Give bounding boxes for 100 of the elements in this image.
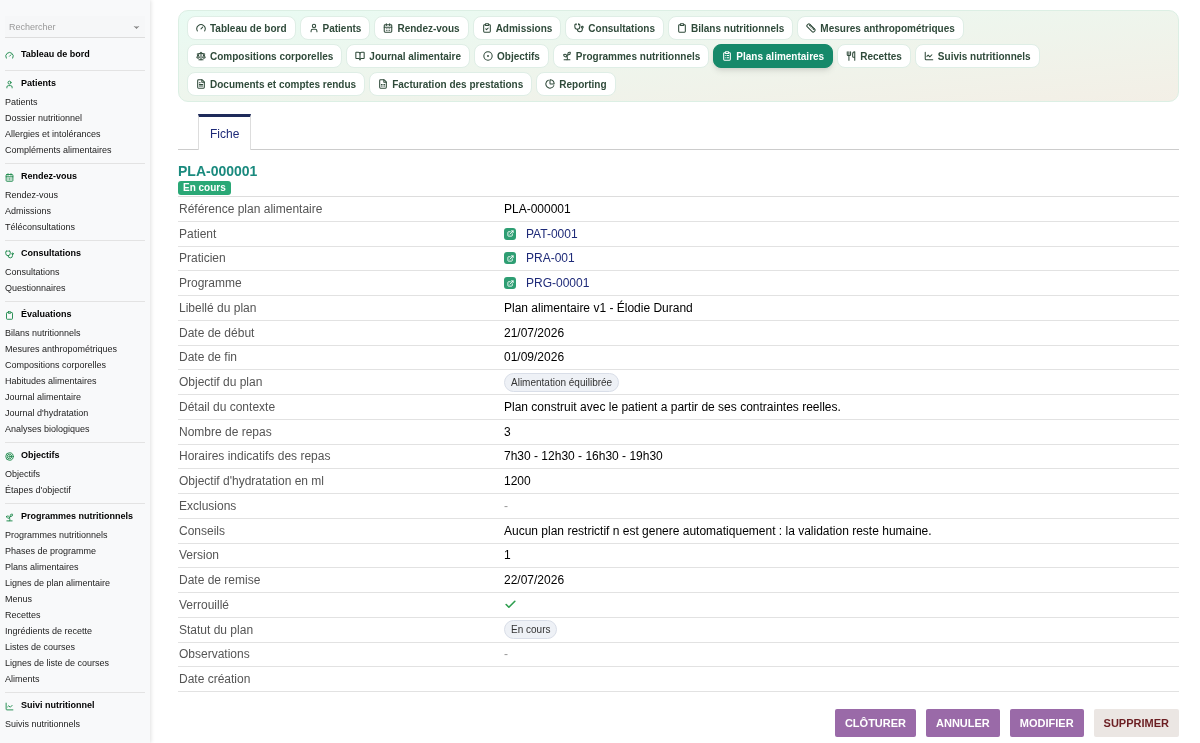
- module-tab[interactable]: Suivis nutritionnels: [914, 44, 1040, 68]
- document-icon: [196, 79, 206, 89]
- sidebar-item[interactable]: Mesures anthropométriques: [5, 341, 145, 357]
- sidebar-item[interactable]: Patients: [5, 94, 145, 110]
- sidebar-item[interactable]: Questionnaires: [5, 280, 145, 296]
- sidebar-item[interactable]: Bilans nutritionnels: [5, 325, 145, 341]
- target-icon: [483, 51, 494, 61]
- section-title: Consultations: [21, 247, 81, 261]
- module-tab[interactable]: Compositions corporelles: [187, 44, 343, 68]
- module-tab[interactable]: Programmes nutritionnels: [552, 44, 710, 68]
- module-tab[interactable]: Documents et comptes rendus: [187, 72, 366, 96]
- person-icon: [308, 23, 319, 33]
- book-icon: [355, 51, 366, 61]
- field-label: Praticien: [178, 250, 227, 268]
- sidebar-item[interactable]: Journal alimentaire: [5, 389, 145, 405]
- field-label: Objectif d'hydratation en ml: [178, 473, 326, 491]
- sidebar-item[interactable]: Étapes d'objectif: [5, 482, 145, 498]
- field-label: Date de fin: [178, 349, 239, 367]
- module-tab[interactable]: Facturation des prestations: [369, 72, 533, 96]
- module-tab[interactable]: Tableau de bord: [187, 16, 296, 40]
- sidebar-item[interactable]: Plans alimentaires: [5, 559, 145, 575]
- sidebar-item[interactable]: Programmes nutritionnels: [5, 527, 145, 543]
- field-label: Date de début: [178, 324, 256, 342]
- tab[interactable]: Fiche: [198, 114, 252, 150]
- scale-icon: [196, 51, 206, 61]
- empty-value: -: [504, 497, 508, 515]
- field-label: Observations: [178, 646, 251, 664]
- field-label: Exclusions: [178, 497, 238, 515]
- module-tab[interactable]: Recettes: [837, 44, 911, 68]
- field-label: Programme: [178, 275, 243, 293]
- sidebar-item[interactable]: Lignes de plan alimentaire: [5, 575, 145, 591]
- module-tab[interactable]: Mesures anthropométriques: [797, 16, 964, 40]
- clipboard-icon: [677, 23, 687, 33]
- record-link[interactable]: PRA-001: [526, 249, 575, 268]
- module-tab[interactable]: Consultations: [565, 16, 664, 40]
- sidebar-item[interactable]: Consultations: [5, 264, 145, 280]
- action-button[interactable]: SUPPRIMER: [1093, 709, 1179, 737]
- line-chart-icon: [923, 51, 934, 61]
- module-tab[interactable]: Bilans nutritionnels: [668, 16, 794, 40]
- section-title: Objectifs: [21, 449, 60, 463]
- sidebar-item[interactable]: Admissions: [5, 203, 145, 219]
- sidebar-item[interactable]: Listes de courses: [5, 639, 145, 655]
- tag: En cours: [504, 620, 558, 640]
- section-title: Suivi nutritionnel: [21, 699, 95, 713]
- record-link[interactable]: PAT-0001: [526, 224, 578, 243]
- field-value: Aucun plan restrictif n est genere automatiquement : la validation reste humaine.: [504, 522, 932, 540]
- sidebar-item[interactable]: Allergies et intolérances: [5, 126, 145, 142]
- gauge-icon: [5, 50, 14, 60]
- sidebar-item[interactable]: Menus: [5, 591, 145, 607]
- section-title: Évaluations: [21, 308, 72, 322]
- sidebar-item[interactable]: Compléments alimentaires: [5, 142, 145, 158]
- clipboard-icon: [5, 310, 14, 320]
- sidebar-item[interactable]: Rendez-vous: [5, 187, 145, 203]
- utensils-icon: [846, 51, 857, 61]
- sidebar-item[interactable]: Lignes de liste de courses: [5, 655, 145, 671]
- module-tab[interactable]: Journal alimentaire: [346, 44, 471, 68]
- field-value: 22/07/2026: [504, 572, 565, 590]
- sidebar-item[interactable]: Phases de programme: [5, 543, 145, 559]
- field-value: 3: [504, 423, 511, 441]
- sidebar-item[interactable]: Suivis nutritionnels: [5, 716, 145, 732]
- module-tab[interactable]: Reporting: [536, 72, 616, 96]
- module-tab[interactable]: Objectifs: [474, 44, 549, 68]
- sidebar-item[interactable]: Objectifs: [5, 466, 145, 482]
- pie-chart-icon: [545, 79, 556, 89]
- record-link[interactable]: PRG-00001: [526, 274, 590, 293]
- tag: Alimentation équilibrée: [504, 372, 620, 392]
- dropdown-icon: [132, 23, 141, 32]
- field-label: Version: [178, 547, 221, 565]
- stethoscope-icon: [574, 23, 585, 33]
- calendar-icon: [383, 23, 394, 33]
- section-title: Tableau de bord: [21, 48, 90, 62]
- sidebar-item[interactable]: Compositions corporelles: [5, 357, 145, 373]
- module-tab[interactable]: Rendez-vous: [374, 16, 469, 40]
- section-title: Programmes nutritionnels: [21, 510, 134, 524]
- sidebar-item[interactable]: Téléconsultations: [5, 219, 145, 235]
- field-label: Verrouillé: [178, 596, 231, 614]
- action-button[interactable]: MODIFIER: [1009, 709, 1084, 737]
- sidebar-item[interactable]: Dossier nutritionnel: [5, 110, 145, 126]
- field-value: 1200: [504, 473, 531, 491]
- action-button[interactable]: ANNULER: [926, 709, 1000, 737]
- sidebar-item[interactable]: Aliments: [5, 671, 145, 687]
- module-tab[interactable]: Plans alimentaires: [713, 44, 834, 68]
- sidebar-item[interactable]: Analyses biologiques: [5, 421, 145, 437]
- module-tab[interactable]: Admissions: [472, 16, 562, 40]
- clipboard-icon: [722, 51, 733, 61]
- sidebar-item[interactable]: Ingrédients de recette: [5, 623, 145, 639]
- sprout-icon: [5, 512, 14, 522]
- sidebar-item[interactable]: Recettes: [5, 607, 145, 623]
- calendar-icon: [5, 172, 14, 182]
- status-badge: En cours: [178, 181, 231, 195]
- sidebar-item[interactable]: Journal d'hydratation: [5, 405, 145, 421]
- module-tab[interactable]: Patients: [299, 16, 371, 40]
- field-label: Nombre de repas: [178, 423, 273, 441]
- record-title: PLA-000001: [178, 163, 259, 179]
- action-button[interactable]: CLÔTURER: [834, 709, 917, 737]
- sidebar-item[interactable]: Habitudes alimentaires: [5, 373, 145, 389]
- field-label: Référence plan alimentaire: [178, 200, 324, 218]
- field-label: Détail du contexte: [178, 398, 277, 416]
- field-label: Date création: [178, 671, 252, 689]
- spreadsheet-icon: [378, 79, 389, 89]
